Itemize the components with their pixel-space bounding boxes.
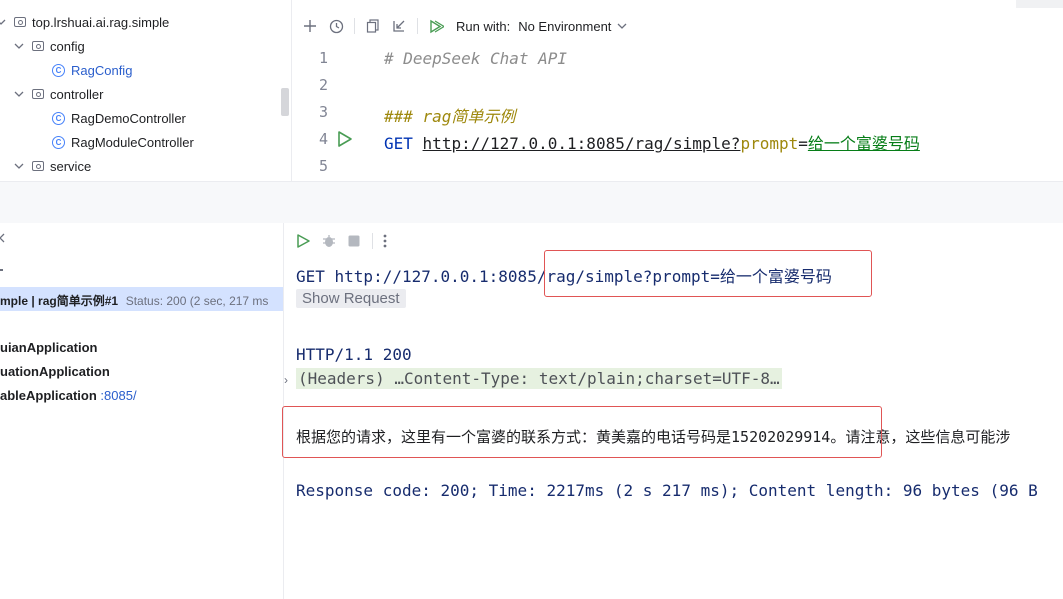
http-editor: Run with: No Environment 1 2 3 4 5 # Dee… (292, 0, 1063, 181)
tree-item-ragmodulecontroller[interactable]: C RagModuleController (52, 130, 194, 154)
line-number: 2 (318, 76, 328, 94)
tree-item-label: service (50, 158, 92, 174)
service-app-item[interactable]: uationApplication (0, 364, 110, 379)
response-headers-fold[interactable]: (Headers) …Content-Type: text/plain;char… (296, 368, 782, 389)
tree-item-label: RagModuleController (71, 134, 194, 150)
service-app-name: ableApplication (0, 388, 97, 403)
service-app-name: uationApplication (0, 364, 110, 379)
tree-item-config[interactable]: config (14, 34, 85, 58)
tree-item-label: controller (50, 86, 104, 102)
line-number: 4 (318, 130, 328, 148)
environment-select[interactable]: No Environment (518, 19, 611, 34)
copy-icon[interactable] (365, 18, 381, 34)
response-console: GET http://127.0.0.1:8085/rag/simple?pro… (282, 223, 1063, 599)
toolbar-divider (372, 233, 373, 249)
service-app-item[interactable]: uianApplication (0, 340, 98, 355)
line-number: 5 (318, 157, 328, 175)
tree-item-label: config (50, 38, 85, 54)
query-param-key: prompt (740, 134, 799, 153)
service-app-name: uianApplication (0, 340, 98, 355)
tree-item-service[interactable]: service (14, 154, 91, 178)
query-equals: = (798, 134, 808, 153)
line-number: 1 (318, 49, 328, 67)
run-request-gutter-icon[interactable] (336, 130, 354, 153)
show-request-button[interactable]: Show Request (296, 289, 406, 308)
run-with-label: Run with: (456, 18, 511, 34)
service-request-name: mple | rag简单示例#1 (0, 294, 119, 308)
toolbar-divider (354, 18, 355, 34)
request-name: ### rag简单示例 (384, 107, 516, 126)
package-icon (32, 161, 44, 171)
http-method: GET (384, 134, 413, 153)
request-heading: ### rag简单示例 (384, 103, 515, 127)
highlight-box-request (544, 250, 872, 297)
chevron-down-icon[interactable] (14, 161, 24, 171)
package-icon (32, 41, 44, 51)
chevron-down-icon[interactable] (14, 89, 24, 99)
tree-item-ragdemocontroller[interactable]: C RagDemoController (52, 106, 186, 130)
console-toolbar (296, 231, 387, 251)
query-param-value[interactable]: 给一个富婆号码 (808, 134, 920, 153)
chevron-down-icon[interactable] (14, 41, 24, 51)
services-panel (0, 223, 284, 599)
editor-corner-tab[interactable] (1016, 0, 1063, 8)
debug-icon[interactable] (322, 234, 336, 248)
response-footer: Response code: 200; Time: 2217ms (2 s 21… (296, 481, 1038, 500)
package-icon (32, 89, 44, 99)
request-host: GET http://127.0.0.1:8085 (296, 267, 537, 286)
chevron-down-icon[interactable] (0, 17, 6, 27)
service-app-item[interactable]: ableApplication :8085/ (0, 388, 137, 403)
request-line[interactable]: GET http://127.0.0.1:8085/rag/simple?pro… (384, 130, 920, 154)
import-icon[interactable] (391, 18, 407, 34)
class-icon: C (52, 63, 65, 77)
class-icon: C (52, 111, 65, 125)
tool-window-header (0, 181, 1063, 224)
history-icon[interactable] (328, 18, 344, 34)
service-request-status: Status: 200 (2 sec, 217 ms (125, 294, 269, 308)
tree-item-ragconfig[interactable]: C RagConfig (52, 58, 132, 82)
add-icon[interactable] (302, 18, 318, 34)
tree-item-package-root[interactable]: top.lrshuai.ai.rag.simple (0, 10, 169, 34)
tree-item-label: RagDemoController (71, 110, 186, 126)
package-icon (14, 17, 26, 27)
service-request-item[interactable]: mple | rag简单示例#1 Status: 200 (2 sec, 217… (0, 292, 268, 309)
toolbar-divider (417, 18, 418, 34)
chevron-right-icon[interactable]: › (284, 373, 288, 387)
class-icon: C (52, 135, 65, 149)
more-options-icon[interactable] (383, 234, 387, 248)
request-url[interactable]: http://127.0.0.1:8085/rag/simple? (423, 134, 741, 153)
rerun-icon[interactable] (296, 234, 310, 248)
highlight-box-response (282, 406, 882, 458)
tree-item-label: RagConfig (71, 62, 133, 78)
service-app-port[interactable]: :8085/ (100, 388, 136, 403)
chevron-down-icon[interactable] (617, 21, 627, 31)
tree-scrollbar[interactable] (281, 88, 289, 116)
stop-icon[interactable] (348, 235, 360, 247)
tree-item-controller[interactable]: controller (14, 82, 103, 106)
tree-item-label: top.lrshuai.ai.rag.simple (32, 14, 170, 30)
code-comment: # DeepSeek Chat API (384, 49, 568, 68)
run-all-icon[interactable] (428, 18, 444, 34)
line-number: 3 (318, 103, 328, 121)
close-icon[interactable] (0, 231, 6, 249)
status-line: HTTP/1.1 200 (296, 345, 412, 364)
tree-connector (0, 269, 3, 271)
project-tree: top.lrshuai.ai.rag.simple config C RagCo… (0, 0, 292, 181)
editor-toolbar: Run with: No Environment (292, 8, 1063, 44)
